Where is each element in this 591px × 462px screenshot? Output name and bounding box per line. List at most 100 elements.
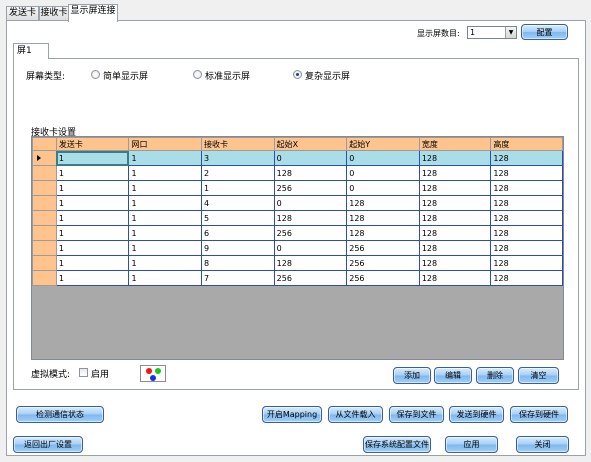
table-cell[interactable]: 128 bbox=[418, 240, 492, 256]
table-cell[interactable]: 2 bbox=[201, 165, 275, 181]
clear-button[interactable]: 清空 bbox=[518, 367, 559, 384]
table-row[interactable]: 1 1 8 128 256 128 128 bbox=[32, 255, 563, 271]
row-header[interactable] bbox=[32, 240, 57, 256]
table-cell[interactable]: 1 bbox=[55, 255, 130, 271]
restore-factory-settings-button[interactable]: 返回出厂设置 bbox=[13, 436, 83, 453]
table-cell[interactable]: 1 bbox=[128, 270, 203, 286]
screen-count-select[interactable]: 1 ▼ bbox=[467, 26, 517, 39]
column-header[interactable]: 宽度 bbox=[418, 137, 492, 151]
row-header[interactable] bbox=[32, 180, 57, 196]
table-cell[interactable]: 0 bbox=[273, 150, 348, 166]
row-header[interactable] bbox=[32, 210, 57, 226]
table-cell[interactable]: 1 bbox=[128, 225, 203, 241]
table-cell[interactable]: 128 bbox=[346, 195, 420, 211]
table-cell[interactable]: 128 bbox=[418, 270, 492, 286]
table-cell[interactable]: 1 bbox=[55, 195, 130, 211]
receiver-card-grid[interactable]: 发送卡 网口 接收卡 起始X 起始Y 宽度 高度 1 1 3 0 0 128 1… bbox=[31, 136, 564, 360]
row-header[interactable] bbox=[32, 150, 57, 166]
config-button[interactable]: 配置 bbox=[521, 24, 568, 40]
table-cell[interactable]: 1 bbox=[55, 150, 130, 166]
load-from-file-button[interactable]: 从文件载入 bbox=[328, 406, 383, 423]
enable-mapping-button[interactable]: 开启Mapping bbox=[262, 406, 322, 423]
table-cell[interactable]: 128 bbox=[418, 225, 492, 241]
table-row[interactable]: 1 1 5 128 128 128 128 bbox=[32, 210, 563, 226]
table-cell[interactable]: 128 bbox=[418, 255, 492, 271]
row-header[interactable] bbox=[32, 165, 57, 181]
table-cell[interactable]: 5 bbox=[201, 210, 275, 226]
save-to-hardware-button[interactable]: 保存到硬件 bbox=[510, 406, 568, 423]
table-cell[interactable]: 1 bbox=[55, 225, 130, 241]
table-row[interactable]: 1 1 3 0 0 128 128 bbox=[32, 150, 563, 166]
table-cell[interactable]: 128 bbox=[490, 150, 563, 166]
table-row[interactable]: 1 1 6 256 128 128 128 bbox=[32, 225, 563, 241]
table-cell[interactable]: 128 bbox=[490, 255, 563, 271]
table-row[interactable]: 1 1 7 256 256 128 128 bbox=[32, 270, 563, 286]
table-cell[interactable]: 128 bbox=[273, 255, 348, 271]
rgb-color-icon[interactable] bbox=[140, 365, 166, 382]
row-header[interactable] bbox=[32, 225, 57, 241]
table-cell[interactable]: 1 bbox=[55, 180, 130, 196]
column-header[interactable]: 起始X bbox=[273, 137, 348, 151]
table-cell[interactable]: 7 bbox=[201, 270, 275, 286]
table-cell[interactable]: 1 bbox=[55, 165, 130, 181]
table-cell[interactable]: 128 bbox=[273, 165, 348, 181]
table-cell[interactable]: 256 bbox=[273, 225, 348, 241]
table-cell[interactable]: 1 bbox=[55, 270, 130, 286]
table-cell[interactable]: 1 bbox=[55, 240, 130, 256]
save-system-config-button[interactable]: 保存系统配置文件 bbox=[363, 436, 431, 453]
table-cell[interactable]: 0 bbox=[346, 165, 420, 181]
table-cell[interactable]: 1 bbox=[201, 180, 275, 196]
table-cell[interactable]: 0 bbox=[273, 195, 348, 211]
tab-screen-1[interactable]: 屏1 bbox=[13, 43, 49, 59]
table-cell[interactable]: 128 bbox=[346, 225, 420, 241]
row-header[interactable] bbox=[32, 255, 57, 271]
table-cell[interactable]: 128 bbox=[490, 210, 563, 226]
table-cell[interactable]: 0 bbox=[346, 180, 420, 196]
table-cell[interactable]: 256 bbox=[346, 240, 420, 256]
add-button[interactable]: 添加 bbox=[393, 367, 431, 384]
table-cell[interactable]: 128 bbox=[490, 240, 563, 256]
edit-button[interactable]: 编辑 bbox=[434, 367, 472, 384]
table-cell[interactable]: 4 bbox=[201, 195, 275, 211]
table-cell[interactable]: 128 bbox=[418, 165, 492, 181]
detect-communication-button[interactable]: 检测通信状态 bbox=[16, 406, 104, 423]
table-cell[interactable]: 256 bbox=[273, 270, 348, 286]
table-row[interactable]: 1 1 4 0 128 128 128 bbox=[32, 195, 563, 211]
table-cell[interactable]: 128 bbox=[490, 195, 563, 211]
row-header[interactable] bbox=[32, 195, 57, 211]
table-cell[interactable]: 1 bbox=[128, 150, 203, 166]
row-header[interactable] bbox=[32, 270, 57, 286]
table-cell[interactable]: 0 bbox=[273, 240, 348, 256]
table-cell[interactable]: 128 bbox=[273, 210, 348, 226]
table-row[interactable]: 1 1 2 128 0 128 128 bbox=[32, 165, 563, 181]
table-cell[interactable]: 128 bbox=[490, 165, 563, 181]
table-cell[interactable]: 0 bbox=[346, 150, 420, 166]
table-row[interactable]: 1 1 1 256 0 128 128 bbox=[32, 180, 563, 196]
table-cell[interactable]: 128 bbox=[418, 195, 492, 211]
tab-screen-connection[interactable]: 显示屏连接 bbox=[68, 4, 118, 22]
delete-button[interactable]: 删除 bbox=[476, 367, 514, 384]
table-cell[interactable]: 1 bbox=[128, 240, 203, 256]
column-header[interactable]: 起始Y bbox=[346, 137, 420, 151]
table-cell[interactable]: 1 bbox=[128, 195, 203, 211]
column-header[interactable]: 高度 bbox=[490, 137, 563, 151]
send-to-hardware-button[interactable]: 发送到硬件 bbox=[449, 406, 504, 423]
save-to-file-button[interactable]: 保存到文件 bbox=[389, 406, 444, 423]
table-cell[interactable]: 256 bbox=[273, 180, 348, 196]
table-cell[interactable]: 128 bbox=[346, 210, 420, 226]
table-cell[interactable]: 128 bbox=[490, 180, 563, 196]
table-cell[interactable]: 1 bbox=[128, 180, 203, 196]
table-cell[interactable]: 1 bbox=[128, 255, 203, 271]
table-cell[interactable]: 1 bbox=[128, 165, 203, 181]
radio-standard-screen[interactable] bbox=[193, 70, 202, 79]
table-cell[interactable]: 1 bbox=[128, 210, 203, 226]
table-cell[interactable]: 256 bbox=[346, 270, 420, 286]
column-header[interactable]: 接收卡 bbox=[201, 137, 275, 151]
virtual-mode-enable-checkbox[interactable] bbox=[79, 368, 88, 377]
table-cell[interactable]: 128 bbox=[418, 180, 492, 196]
tab-sender-card[interactable]: 发送卡 bbox=[6, 6, 39, 21]
tab-receiver-card[interactable]: 接收卡 bbox=[39, 6, 69, 21]
table-cell[interactable]: 128 bbox=[490, 225, 563, 241]
table-cell[interactable]: 128 bbox=[490, 270, 563, 286]
table-row[interactable]: 1 1 9 0 256 128 128 bbox=[32, 240, 563, 256]
